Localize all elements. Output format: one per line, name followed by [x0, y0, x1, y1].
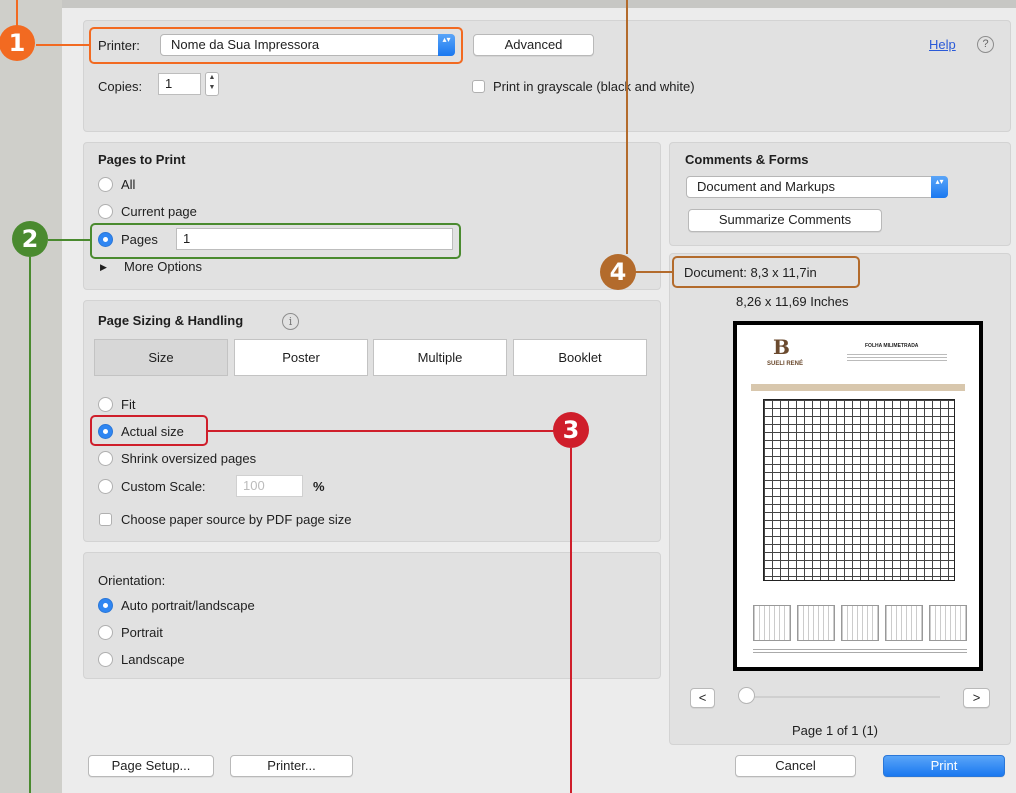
callout-3-badge: 3 — [553, 412, 589, 448]
fit-radio[interactable] — [98, 397, 113, 412]
custom-scale-label: Custom Scale: — [121, 479, 206, 494]
dialog-top-edge — [62, 0, 1016, 8]
callout-1-connector — [36, 44, 89, 46]
callout-4-box — [672, 256, 860, 288]
shrink-label: Shrink oversized pages — [121, 451, 257, 466]
callout-2-connector — [48, 239, 90, 241]
thumbnail-examples-row — [753, 605, 967, 641]
callout-4-badge: 4 — [600, 254, 636, 290]
previous-page-button[interactable]: < — [690, 688, 715, 708]
all-radio[interactable] — [98, 177, 113, 192]
auto-orientation-label: Auto portrait/landscape — [121, 598, 255, 613]
printer-button[interactable]: Printer... — [230, 755, 353, 777]
thumbnail-example — [753, 605, 791, 641]
callout-3-box — [90, 415, 208, 446]
callout-1-box — [89, 27, 463, 64]
grayscale-checkbox[interactable] — [472, 80, 485, 93]
disclosure-triangle-icon[interactable]: ▶ — [100, 262, 107, 273]
left-margin-strip — [0, 0, 62, 793]
copies-label: Copies: — [98, 79, 143, 94]
thumbnail-heading: FOLHA MILIMETRADA — [865, 343, 919, 349]
callout-2-badge: 2 — [12, 221, 48, 257]
custom-scale-radio[interactable] — [98, 479, 113, 494]
page-sizing-title: Page Sizing & Handling — [98, 313, 244, 328]
pages-to-print-title: Pages to Print — [98, 152, 186, 167]
current-page-label: Current page — [121, 204, 197, 219]
help-link[interactable]: Help — [929, 37, 956, 52]
more-options-label[interactable]: More Options — [124, 259, 202, 274]
comments-select[interactable]: Document and Markups ▴▾ — [686, 176, 948, 198]
callout-3-tail — [570, 448, 572, 793]
advanced-button[interactable]: Advanced — [473, 34, 594, 56]
summarize-comments-button[interactable]: Summarize Comments — [688, 209, 882, 232]
callout-1-badge: 1 — [0, 25, 35, 61]
thumbnail-example — [797, 605, 835, 641]
next-page-button[interactable]: > — [963, 688, 990, 708]
paper-source-checkbox[interactable] — [99, 513, 112, 526]
copies-field[interactable]: 1 — [158, 73, 201, 95]
tab-poster[interactable]: Poster — [234, 339, 368, 376]
landscape-radio[interactable] — [98, 652, 113, 667]
chevron-updown-icon: ▴▾ — [931, 176, 948, 198]
help-icon[interactable]: ? — [977, 36, 994, 53]
paper-size-label: 8,26 x 11,69 Inches — [736, 294, 849, 309]
page-setup-button[interactable]: Page Setup... — [88, 755, 214, 777]
fit-label: Fit — [121, 397, 136, 412]
page-count-label: Page 1 of 1 (1) — [792, 723, 878, 738]
thumbnail-logo-name: SUELI RENÉ — [767, 361, 804, 367]
copies-stepper[interactable]: ▲ ▼ — [205, 72, 219, 96]
landscape-label: Landscape — [121, 652, 185, 667]
tab-multiple[interactable]: Multiple — [373, 339, 507, 376]
callout-4-tail — [626, 0, 628, 254]
current-page-radio[interactable] — [98, 204, 113, 219]
custom-scale-field[interactable]: 100 — [236, 475, 303, 497]
callout-2-tail — [29, 257, 31, 793]
shrink-radio[interactable] — [98, 451, 113, 466]
grayscale-label: Print in grayscale (black and white) — [493, 79, 695, 94]
callout-2-box — [90, 223, 461, 259]
callout-4-connector — [635, 271, 672, 273]
portrait-radio[interactable] — [98, 625, 113, 640]
thumbnail-graph-grid — [763, 399, 955, 581]
print-button[interactable]: Print — [883, 755, 1005, 777]
info-icon[interactable]: i — [282, 313, 299, 330]
page-slider-track[interactable] — [744, 696, 940, 698]
orientation-title: Orientation: — [98, 573, 166, 588]
auto-orientation-radio[interactable] — [98, 598, 113, 613]
portrait-label: Portrait — [121, 625, 163, 640]
comments-forms-title: Comments & Forms — [685, 152, 809, 167]
tab-booklet[interactable]: Booklet — [513, 339, 647, 376]
page-preview: B SUELI RENÉ FOLHA MILIMETRADA — [733, 321, 983, 671]
thumbnail-logo-letter: B — [773, 335, 790, 359]
thumbnail-footer-lines — [753, 647, 967, 655]
thumbnail-banner — [751, 384, 965, 391]
paper-source-label: Choose paper source by PDF page size — [121, 512, 352, 527]
thumbnail-text-lines — [847, 352, 947, 362]
callout-3-connector — [208, 430, 554, 432]
comments-select-value: Document and Markups — [697, 179, 836, 194]
cancel-button[interactable]: Cancel — [735, 755, 856, 777]
tab-size[interactable]: Size — [94, 339, 228, 376]
page-preview-sheet: B SUELI RENÉ FOLHA MILIMETRADA — [737, 325, 979, 667]
page-slider-thumb[interactable] — [738, 687, 755, 704]
all-label: All — [121, 177, 136, 192]
thumbnail-example — [841, 605, 879, 641]
thumbnail-example — [885, 605, 923, 641]
thumbnail-example — [929, 605, 967, 641]
percent-label: % — [313, 479, 325, 494]
callout-1-tail — [16, 0, 18, 27]
